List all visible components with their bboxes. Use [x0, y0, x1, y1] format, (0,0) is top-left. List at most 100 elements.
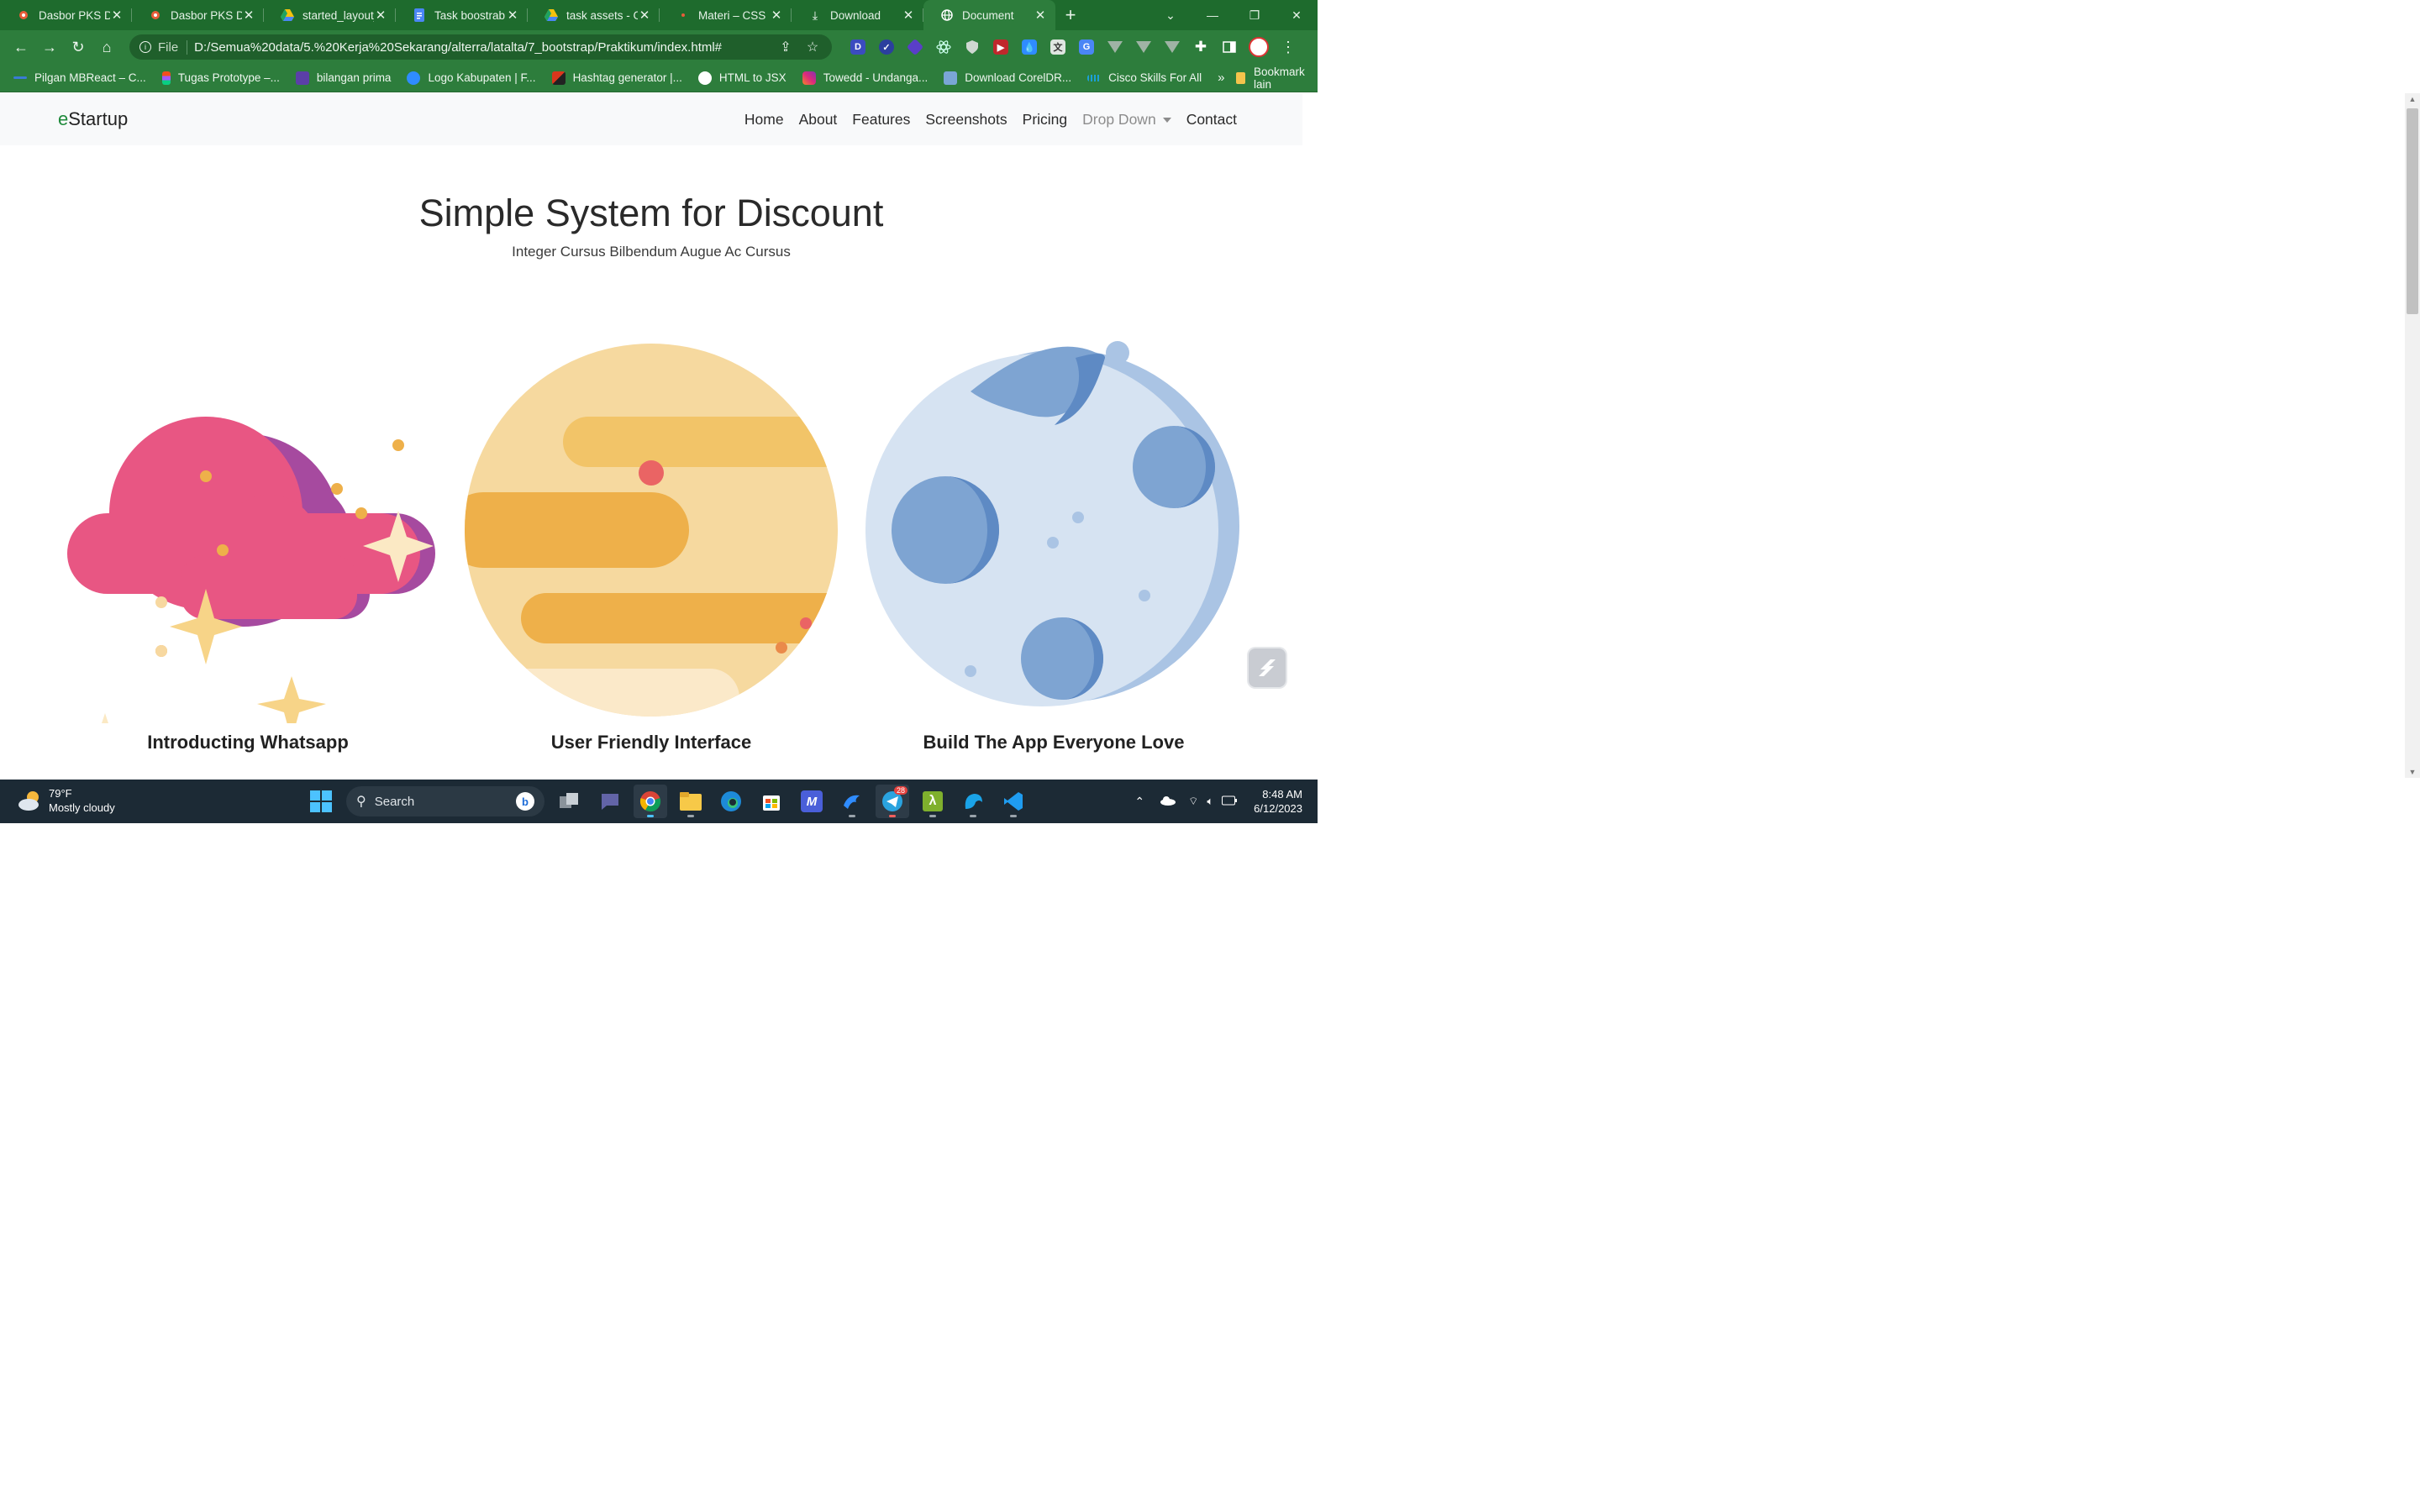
start-button[interactable]: [304, 785, 338, 818]
reload-button[interactable]: ↻: [64, 33, 92, 61]
vue-devtools-icon[interactable]: [1160, 35, 1184, 59]
restore-button[interactable]: ❐: [1234, 0, 1276, 30]
extensions-area: D ✓ ▶ 💧 文 G ✚ ⋮: [844, 35, 1296, 59]
bookmark-item[interactable]: Hashtag generator |...: [551, 71, 682, 85]
site-brand[interactable]: eStartup: [58, 108, 128, 130]
nav-contact[interactable]: Contact: [1186, 111, 1237, 129]
nav-about[interactable]: About: [799, 111, 838, 129]
browser-tab[interactable]: Dasbor PKS Digital ✕: [0, 0, 132, 30]
wifi-icon[interactable]: ⌔: [1188, 795, 1198, 808]
app-shell-icon[interactable]: [956, 785, 990, 818]
translate-icon[interactable]: 文: [1046, 35, 1070, 59]
extension-d-icon[interactable]: D: [846, 35, 870, 59]
side-panel-icon[interactable]: [1218, 35, 1241, 59]
browser-tab[interactable]: Materi – CSS ✕: [660, 0, 792, 30]
bookmark-item[interactable]: Cisco Skills For All: [1087, 71, 1202, 84]
xampp-icon[interactable]: λ: [916, 785, 950, 818]
home-button[interactable]: ⌂: [92, 33, 121, 61]
other-bookmarks-folder[interactable]: Bookmark lain: [1236, 66, 1307, 91]
scroll-thumb[interactable]: [2407, 108, 2418, 314]
url-text[interactable]: D:/Semua%20data/5.%20Kerja%20Sekarang/al…: [194, 40, 768, 55]
extension-check-icon[interactable]: ✓: [875, 35, 898, 59]
page-scrollbar[interactable]: ▲ ▼: [2405, 93, 2420, 778]
browser-tab[interactable]: ⤓ Download ✕: [792, 0, 923, 30]
onedrive-cloud-icon[interactable]: [1160, 795, 1176, 808]
more-bookmarks-button[interactable]: »: [1218, 71, 1224, 85]
tab-title: started_layout_: [302, 8, 374, 22]
cloud-body: [67, 417, 420, 619]
scheme-label: File: [158, 39, 188, 55]
battery-icon[interactable]: [1222, 795, 1238, 808]
extension-drop-icon[interactable]: 💧: [1018, 35, 1041, 59]
nav-features[interactable]: Features: [852, 111, 910, 129]
weather-widget[interactable]: 79°F Mostly cloudy: [17, 786, 115, 815]
browser-tab[interactable]: task assets - Go ✕: [528, 0, 660, 30]
google-translate-icon[interactable]: G: [1075, 35, 1098, 59]
app-m-icon[interactable]: M: [795, 785, 829, 818]
bookmark-favicon: [295, 71, 309, 85]
profile-avatar[interactable]: [1249, 37, 1269, 57]
minimize-button[interactable]: —: [1192, 0, 1234, 30]
chrome-icon[interactable]: [634, 785, 667, 818]
task-view-icon[interactable]: [553, 785, 587, 818]
system-clock[interactable]: 8:48 AM 6/12/2023: [1254, 787, 1302, 816]
close-tab-icon[interactable]: ✕: [506, 8, 519, 23]
bookmark-item[interactable]: Pilgan MBReact – C...: [13, 71, 146, 84]
close-tab-icon[interactable]: ✕: [242, 8, 255, 23]
nav-screenshots[interactable]: Screenshots: [925, 111, 1007, 129]
share-icon[interactable]: ⇪: [776, 39, 795, 55]
forward-button[interactable]: →: [35, 33, 64, 61]
vue-devtools-icon[interactable]: [1103, 35, 1127, 59]
nav-links: Home About Features Screenshots Pricing …: [729, 93, 1237, 145]
extensions-puzzle-icon[interactable]: ✚: [1189, 35, 1213, 59]
shield-icon[interactable]: [960, 35, 984, 59]
browser-tab-active[interactable]: Document ✕: [923, 0, 1055, 30]
extension-layers-icon[interactable]: [903, 35, 927, 59]
cisco-icon: [1087, 74, 1102, 81]
tab-title: Materi – CSS: [698, 8, 766, 22]
bookmark-item[interactable]: HTML to JSX: [697, 71, 786, 85]
close-tab-icon[interactable]: ✕: [374, 8, 387, 23]
store-icon[interactable]: [755, 785, 788, 818]
browser-tab[interactable]: Task boostrab ✕: [396, 0, 528, 30]
edge-icon[interactable]: [714, 785, 748, 818]
bookmark-item[interactable]: Logo Kabupaten | F...: [407, 71, 536, 85]
vscode-icon[interactable]: [997, 785, 1030, 818]
browser-tab[interactable]: started_layout_ ✕: [264, 0, 396, 30]
bookmark-item[interactable]: Tugas Prototype –...: [161, 71, 280, 85]
close-tab-icon[interactable]: ✕: [1034, 8, 1047, 23]
close-tab-icon[interactable]: ✕: [110, 8, 124, 23]
close-tab-icon[interactable]: ✕: [638, 8, 651, 23]
site-info-icon[interactable]: i: [139, 41, 151, 53]
close-tab-icon[interactable]: ✕: [770, 8, 783, 23]
tab-search-chevron-icon[interactable]: ⌄: [1150, 0, 1192, 30]
volume-icon[interactable]: 🔈︎: [1207, 795, 1213, 808]
scroll-down-arrow-icon[interactable]: ▼: [2405, 768, 2420, 776]
extension-red-icon[interactable]: ▶: [989, 35, 1013, 59]
nav-pricing[interactable]: Pricing: [1023, 111, 1068, 129]
browser-tab[interactable]: Dasbor PKS Digital ✕: [132, 0, 264, 30]
close-window-button[interactable]: ✕: [1276, 0, 1318, 30]
bookmark-item[interactable]: Towedd - Undanga...: [802, 71, 928, 85]
file-explorer-icon[interactable]: [674, 785, 708, 818]
nav-dropdown[interactable]: Drop Down: [1082, 111, 1171, 129]
telegram-icon[interactable]: 28: [876, 785, 909, 818]
taskbar-search[interactable]: ⚲ Search b: [346, 786, 544, 816]
scroll-up-arrow-icon[interactable]: ▲: [2405, 95, 2420, 103]
dolphin-app-icon[interactable]: [835, 785, 869, 818]
nav-home[interactable]: Home: [744, 111, 784, 129]
close-tab-icon[interactable]: ✕: [902, 8, 915, 23]
address-bar[interactable]: i File D:/Semua%20data/5.%20Kerja%20Seka…: [129, 34, 832, 60]
show-hidden-icons-chevron-icon[interactable]: ⌃: [1134, 795, 1144, 809]
bookmark-star-icon[interactable]: ☆: [803, 39, 822, 55]
react-devtools-icon[interactable]: [932, 35, 955, 59]
teams-chat-icon[interactable]: [593, 785, 627, 818]
browser-menu-icon[interactable]: ⋮: [1281, 39, 1296, 56]
planet-red-spot: [639, 460, 664, 486]
vue-devtools-icon[interactable]: [1132, 35, 1155, 59]
floating-app-button[interactable]: [1249, 648, 1286, 687]
back-button[interactable]: ←: [7, 33, 35, 61]
new-tab-button[interactable]: +: [1055, 0, 1086, 30]
bookmark-item[interactable]: bilangan prima: [295, 71, 391, 85]
bookmark-item[interactable]: Download CorelDR...: [944, 71, 1071, 85]
